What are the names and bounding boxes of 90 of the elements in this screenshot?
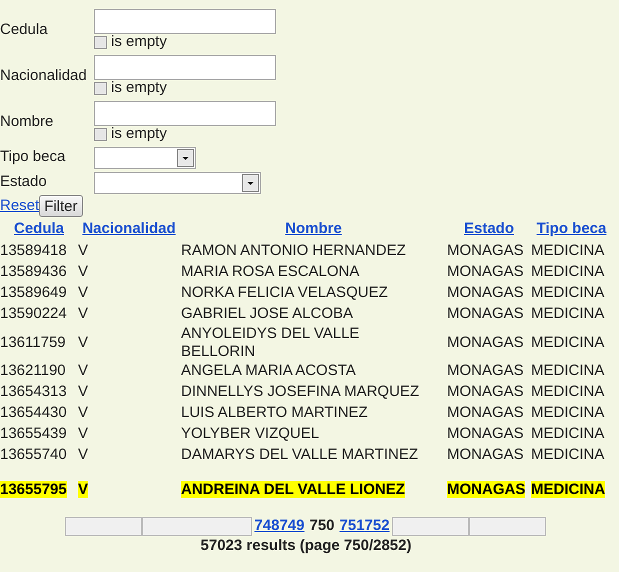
dropdown[interactable]	[94, 146, 196, 168]
checkbox-label: is empty	[111, 124, 167, 144]
checkbox-label: is empty	[111, 32, 167, 52]
table-cell: NORKA FELICIA VELASQUEZ	[181, 284, 388, 301]
pager-button[interactable]	[392, 516, 469, 536]
column-header-link[interactable]: Tipo beca	[536, 220, 606, 237]
dropdown[interactable]	[94, 172, 261, 194]
input-field[interactable]	[94, 8, 276, 34]
column-header-link[interactable]: Nacionalidad	[82, 220, 176, 237]
table-cell: MONAGAS	[447, 334, 524, 350]
table-cell: MONAGAS	[447, 383, 524, 400]
field-label: Estado	[0, 172, 48, 192]
table-cell: MONAGAS	[447, 404, 524, 421]
caret-icon	[242, 174, 259, 192]
table-cell: V	[78, 242, 88, 259]
table-cell: 13654313	[0, 383, 67, 400]
results-summary: 57023 results (page 750/2852)	[200, 536, 412, 554]
table-cell: DINNELLYS JOSEFINA MARQUEZ	[181, 383, 420, 400]
pager-button[interactable]	[468, 516, 546, 536]
field-label: Cedula	[0, 20, 49, 40]
input-field[interactable]	[94, 100, 276, 126]
page-link[interactable]: 752	[364, 514, 390, 538]
table-cell: MEDICINA	[531, 263, 604, 280]
table-cell: ANDREINA DEL VALLE LIONEZ	[181, 480, 405, 498]
table-cell: MONAGAS	[447, 480, 526, 498]
column-header-link[interactable]: Nombre	[285, 220, 342, 237]
checkbox[interactable]	[94, 128, 107, 141]
table-cell: ANGELA MARIA ACOSTA	[181, 362, 356, 379]
page-link[interactable]: 748	[254, 514, 280, 538]
field-label: Tipo beca	[0, 147, 66, 168]
pager-button[interactable]	[142, 516, 252, 536]
checkbox[interactable]	[94, 36, 107, 49]
table-cell: V	[78, 263, 88, 280]
checkbox[interactable]	[94, 82, 107, 95]
table-cell: 13589418	[0, 242, 67, 259]
table-cell: YOLYBER VIZQUEL	[181, 425, 320, 442]
table-cell: 13589649	[0, 284, 67, 301]
table-cell: MONAGAS	[447, 242, 524, 259]
table-cell: 13655439	[0, 425, 67, 442]
table-cell: V	[78, 446, 88, 463]
table-cell: RAMON ANTONIO HERNANDEZ	[181, 242, 406, 259]
table-cell: MEDICINA	[531, 362, 604, 379]
reset-link[interactable]: Reset	[0, 194, 40, 218]
pager-button[interactable]	[65, 516, 142, 536]
table-cell: 13654430	[0, 404, 67, 421]
table-cell: DAMARYS DEL VALLE MARTINEZ	[181, 446, 418, 463]
table-cell: MARIA ROSA ESCALONA	[181, 263, 360, 280]
table-cell: V	[78, 425, 88, 442]
field-label: Nacionalidad	[0, 66, 88, 86]
table-cell: V	[78, 480, 88, 498]
page-link[interactable]: 751	[340, 514, 365, 538]
table-cell: MONAGAS	[447, 305, 524, 322]
table-cell: MONAGAS	[447, 425, 524, 442]
table-cell: 13655740	[0, 446, 67, 463]
table-cell: MONAGAS	[447, 263, 524, 280]
table-cell: MEDICINA	[531, 242, 604, 259]
table-cell: V	[78, 383, 88, 400]
table-cell: V	[78, 305, 88, 322]
table-cell: 13611759	[0, 334, 66, 350]
column-header-link[interactable]: Cedula	[14, 220, 64, 237]
table-cell: MEDICINA	[531, 284, 604, 301]
table-cell: V	[78, 334, 88, 350]
table-cell: MEDICINA	[531, 480, 606, 498]
table-cell: MEDICINA	[531, 446, 604, 463]
table-cell: MEDICINA	[531, 383, 604, 400]
filter-button[interactable]: Filter	[39, 195, 83, 217]
table-cell: MONAGAS	[447, 446, 524, 463]
table-cell: ANYOLEIDYS DEL VALLE BELLORIN	[181, 324, 360, 360]
table-cell: V	[78, 284, 88, 301]
table-cell: MEDICINA	[531, 425, 604, 442]
table-cell: MEDICINA	[531, 334, 604, 350]
table-cell: MONAGAS	[447, 362, 524, 379]
input-field[interactable]	[94, 54, 276, 80]
table-cell: 13621190	[0, 362, 66, 379]
field-label: Nombre	[0, 112, 54, 132]
table-cell: GABRIEL JOSE ALCOBA	[181, 305, 354, 322]
table-cell: 13589436	[0, 263, 67, 280]
page-link[interactable]: 749	[279, 514, 304, 538]
table-cell: MONAGAS	[447, 284, 524, 301]
table-cell: MEDICINA	[531, 404, 604, 421]
column-header-link[interactable]: Estado	[464, 220, 514, 237]
table-cell: V	[78, 404, 88, 421]
caret-icon	[177, 148, 194, 166]
table-cell: 13590224	[0, 305, 67, 322]
current-page: 750	[308, 516, 336, 536]
table-cell: MEDICINA	[531, 305, 604, 322]
table-cell: 13655795	[0, 480, 67, 498]
table-cell: V	[78, 362, 88, 379]
checkbox-label: is empty	[111, 78, 167, 98]
table-cell: LUIS ALBERTO MARTINEZ	[181, 404, 368, 421]
